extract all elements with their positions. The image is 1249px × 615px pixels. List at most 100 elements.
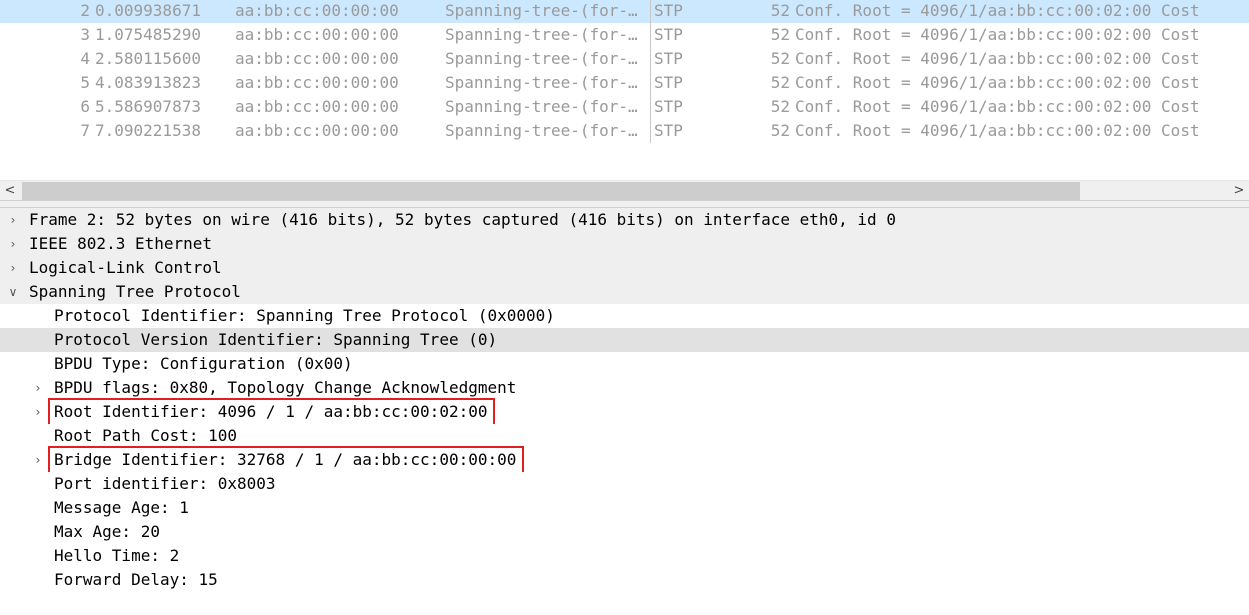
tree-row[interactable]: ∨ Spanning Tree Protocol: [0, 280, 1249, 304]
packet-details-tree[interactable]: › Frame 2: 52 bytes on wire (416 bits), 5…: [0, 208, 1249, 615]
tree-row[interactable]: Port identifier: 0x8003: [0, 472, 1249, 496]
tree-row[interactable]: Hello Time: 2: [0, 544, 1249, 568]
tree-row[interactable]: › Bridge Identifier: 32768 / 1 / aa:bb:cc…: [0, 448, 1249, 472]
packet-row[interactable]: 3 1.075485290 aa:bb:cc:00:00:00 Spanning-tr…: [0, 23, 1249, 47]
chevron-right-icon[interactable]: ›: [6, 256, 20, 280]
packet-source-cell: aa:bb:cc:00:00:00: [235, 25, 399, 44]
column-separator: [650, 23, 651, 47]
tree-item-label: Bridge Identifier: 32768 / 1 / aa:bb:cc:…: [54, 450, 517, 469]
packet-time-cell: 2.580115600: [95, 49, 201, 68]
tree-row[interactable]: Message Age: 1: [0, 496, 1249, 520]
column-separator: [650, 0, 651, 23]
tree-row[interactable]: › IEEE 802.3 Ethernet: [0, 232, 1249, 256]
packet-time-cell: 5.586907873: [95, 97, 201, 116]
tree-row[interactable]: Protocol Identifier: Spanning Tree Proto…: [0, 304, 1249, 328]
packet-time-cell: 4.083913823: [95, 73, 201, 92]
packet-protocol-cell: STP: [654, 49, 683, 68]
packet-length-cell: 52: [770, 97, 790, 116]
tree-row[interactable]: Max Age: 20: [0, 520, 1249, 544]
packet-info-cell: Conf. Root = 4096/1/aa:bb:cc:00:02:00 Co…: [795, 97, 1200, 116]
packet-info-cell: Conf. Root = 4096/1/aa:bb:cc:00:02:00 Co…: [795, 73, 1200, 92]
tree-item-label: Logical-Link Control: [29, 258, 222, 277]
column-separator: [650, 47, 651, 71]
packet-info-cell: Conf. Root = 4096/1/aa:bb:cc:00:02:00 Co…: [795, 49, 1200, 68]
packet-row[interactable]: 5 4.083913823 aa:bb:cc:00:00:00 Spanning-tr…: [0, 71, 1249, 95]
tree-item-label: BPDU flags: 0x80, Topology Change Acknow…: [54, 378, 517, 397]
packet-length-cell: 52: [770, 25, 790, 44]
tree-item-label: Spanning Tree Protocol: [29, 282, 241, 301]
packet-info-cell: Conf. Root = 4096/1/aa:bb:cc:00:02:00 Co…: [795, 1, 1200, 20]
packet-protocol-cell: STP: [654, 25, 683, 44]
column-separator: [650, 95, 651, 119]
scrollbar-thumb[interactable]: [22, 182, 1080, 200]
tree-row[interactable]: › BPDU flags: 0x80, Topology Change Ackno…: [0, 376, 1249, 400]
tree-row[interactable]: Forward Delay: 15: [0, 568, 1249, 592]
scroll-right-icon[interactable]: >: [1229, 181, 1249, 201]
packet-source-cell: aa:bb:cc:00:00:00: [235, 97, 399, 116]
packet-no-cell: 3: [80, 25, 90, 44]
tree-item-label: Frame 2: 52 bytes on wire (416 bits), 52…: [29, 210, 896, 229]
tree-item-label: IEEE 802.3 Ethernet: [29, 234, 213, 253]
packet-destination-cell: Spanning-tree-(for-…: [445, 97, 638, 116]
packet-source-cell: aa:bb:cc:00:00:00: [235, 49, 399, 68]
packet-source-cell: aa:bb:cc:00:00:00: [235, 121, 399, 140]
tree-item-label: Message Age: 1: [54, 498, 189, 517]
packet-protocol-cell: STP: [654, 1, 683, 20]
packet-row[interactable]: 2 0.009938671 aa:bb:cc:00:00:00 Spanning-tr…: [0, 0, 1249, 23]
packet-no-cell: 7: [80, 121, 90, 140]
packet-destination-cell: Spanning-tree-(for-…: [445, 1, 638, 20]
packet-info-cell: Conf. Root = 4096/1/aa:bb:cc:00:02:00 Co…: [795, 25, 1200, 44]
packet-length-cell: 52: [770, 1, 790, 20]
packet-destination-cell: Spanning-tree-(for-…: [445, 73, 638, 92]
chevron-down-icon[interactable]: ∨: [6, 280, 20, 304]
packet-protocol-cell: STP: [654, 97, 683, 116]
tree-item-label: Protocol Identifier: Spanning Tree Proto…: [54, 306, 555, 325]
chevron-right-icon[interactable]: ›: [31, 376, 45, 400]
packet-time-cell: 7.090221538: [95, 121, 201, 140]
packet-no-cell: 2: [80, 1, 90, 20]
tree-item-label: Max Age: 20: [54, 522, 160, 541]
tree-item-label: Root Identifier: 4096 / 1 / aa:bb:cc:00:…: [54, 402, 488, 421]
tree-item-label: Hello Time: 2: [54, 546, 180, 565]
packet-row[interactable]: 7 7.090221538 aa:bb:cc:00:00:00 Spanning-tr…: [0, 119, 1249, 143]
packet-no-cell: 6: [80, 97, 90, 116]
packet-no-cell: 5: [80, 73, 90, 92]
chevron-right-icon[interactable]: ›: [6, 208, 20, 232]
packet-row[interactable]: 4 2.580115600 aa:bb:cc:00:00:00 Spanning-tr…: [0, 47, 1249, 71]
packet-time-cell: 0.009938671: [95, 1, 201, 20]
pane-splitter[interactable]: [0, 200, 1249, 208]
chevron-right-icon[interactable]: ›: [6, 232, 20, 256]
tree-row[interactable]: › Logical-Link Control: [0, 256, 1249, 280]
tree-item-label: Root Path Cost: 100: [54, 426, 238, 445]
packet-length-cell: 52: [770, 49, 790, 68]
packet-no-cell: 4: [80, 49, 90, 68]
packet-destination-cell: Spanning-tree-(for-…: [445, 25, 638, 44]
packet-protocol-cell: STP: [654, 121, 683, 140]
column-separator: [650, 71, 651, 95]
tree-item-label: Protocol Version Identifier: Spanning Tr…: [54, 330, 498, 349]
packet-destination-cell: Spanning-tree-(for-…: [445, 49, 638, 68]
tree-row[interactable]: BPDU Type: Configuration (0x00): [0, 352, 1249, 376]
column-separator: [650, 119, 651, 143]
horizontal-scrollbar[interactable]: < >: [0, 180, 1249, 201]
chevron-right-icon[interactable]: ›: [31, 400, 45, 424]
packet-time-cell: 1.075485290: [95, 25, 201, 44]
tree-item-label: BPDU Type: Configuration (0x00): [54, 354, 353, 373]
packet-list-pane[interactable]: 2 0.009938671 aa:bb:cc:00:00:00 Spanning-tr…: [0, 0, 1249, 180]
tree-item-label: Port identifier: 0x8003: [54, 474, 276, 493]
tree-row[interactable]: › Root Identifier: 4096 / 1 / aa:bb:cc:00…: [0, 400, 1249, 424]
packet-length-cell: 52: [770, 121, 790, 140]
tree-row[interactable]: Root Path Cost: 100: [0, 424, 1249, 448]
scroll-left-icon[interactable]: <: [0, 181, 20, 201]
tree-row[interactable]: › Frame 2: 52 bytes on wire (416 bits), 5…: [0, 208, 1249, 232]
packet-source-cell: aa:bb:cc:00:00:00: [235, 73, 399, 92]
packet-info-cell: Conf. Root = 4096/1/aa:bb:cc:00:02:00 Co…: [795, 121, 1200, 140]
packet-length-cell: 52: [770, 73, 790, 92]
packet-destination-cell: Spanning-tree-(for-…: [445, 121, 638, 140]
packet-source-cell: aa:bb:cc:00:00:00: [235, 1, 399, 20]
tree-item-label: Forward Delay: 15: [54, 570, 218, 589]
tree-row[interactable]: Protocol Version Identifier: Spanning Tr…: [0, 328, 1249, 352]
chevron-right-icon[interactable]: ›: [31, 448, 45, 472]
packet-protocol-cell: STP: [654, 73, 683, 92]
packet-row[interactable]: 6 5.586907873 aa:bb:cc:00:00:00 Spanning-tr…: [0, 95, 1249, 119]
